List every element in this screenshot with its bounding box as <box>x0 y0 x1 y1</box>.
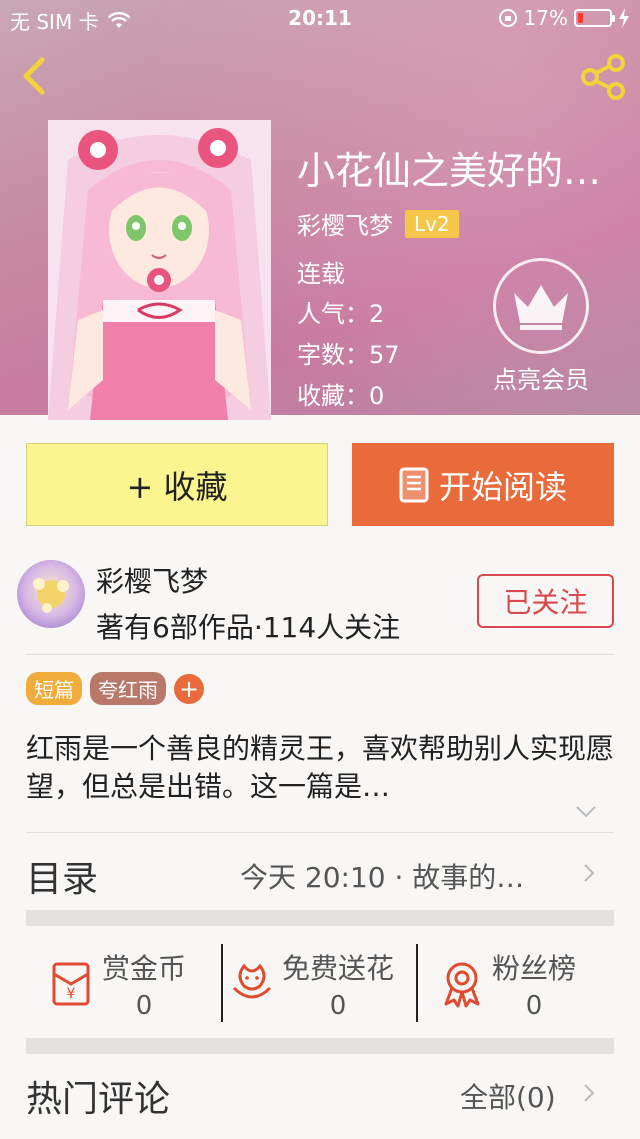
book-author[interactable]: 彩樱飞梦 <box>297 206 393 241</box>
book-popularity: 人气：2 <box>297 300 385 328</box>
reward-flowers-label: 免费送花 <box>282 952 395 985</box>
add-to-favorites-label: + 收藏 <box>126 467 228 506</box>
divider <box>26 832 614 833</box>
section-separator <box>26 1038 614 1054</box>
medal-icon <box>444 962 480 1008</box>
chevron-right-icon[interactable] <box>582 1082 596 1104</box>
section-separator <box>26 910 614 926</box>
battery-percent: 17% <box>523 6 568 30</box>
catalog-title[interactable]: 目录 <box>26 850 98 902</box>
charging-icon <box>619 8 629 28</box>
follow-button[interactable]: 已关注 <box>477 574 614 628</box>
hot-comments-title: 热门评论 <box>26 1079 171 1120</box>
reward-coins[interactable]: ¥ 赏金币 0 <box>46 930 186 1038</box>
book-icon <box>399 467 429 502</box>
reward-coins-count: 0 <box>135 991 153 1021</box>
add-tag-button[interactable]: + <box>174 673 204 704</box>
add-to-favorites-button[interactable]: + 收藏 <box>26 443 328 526</box>
book-status: 连载 <box>297 260 345 288</box>
book-favorites: 收藏：0 <box>297 382 385 410</box>
divider <box>26 654 614 655</box>
book-description[interactable]: 红雨是一个善良的精灵王，喜欢帮助别人实现愿望，但总是出错。这一篇是… <box>26 730 616 806</box>
reward-coins-label: 赏金币 <box>102 952 187 985</box>
reward-fans-count: 0 <box>525 991 543 1021</box>
battery-icon <box>574 9 615 27</box>
reward-bar: ¥ 赏金币 0 免费送花 0 粉丝榜 0 <box>26 930 614 1038</box>
reward-flowers-count: 0 <box>329 991 347 1021</box>
all-comments-link[interactable]: 全部(0) <box>460 1076 556 1116</box>
book-word-count: 字数：57 <box>297 341 400 369</box>
flower-icon <box>232 963 272 999</box>
book-cover[interactable] <box>48 120 271 420</box>
tag-list: 短篇 夸红雨 + <box>26 672 204 705</box>
cover-illustration <box>48 120 271 420</box>
follow-label: 已关注 <box>503 586 588 619</box>
chevron-right-icon[interactable] <box>582 862 596 884</box>
share-button[interactable] <box>578 52 628 102</box>
status-bar: 无 SIM 卡 20:11 17% <box>0 0 640 38</box>
avatar-image <box>33 578 69 613</box>
red-envelope-icon: ¥ <box>52 962 90 1006</box>
reward-fans[interactable]: 粉丝榜 0 <box>436 930 576 1038</box>
svg-text:¥: ¥ <box>67 986 76 1002</box>
latest-chapter[interactable]: 今天 20:10 · 故事的… <box>240 856 524 896</box>
start-reading-button[interactable]: 开始阅读 <box>352 443 614 526</box>
vip-label: 点亮会员 <box>493 366 589 394</box>
author-level-badge: Lv2 <box>405 209 459 238</box>
expand-chevron-icon[interactable] <box>574 804 598 820</box>
crown-icon <box>514 285 568 330</box>
book-title: 小花仙之美好的… <box>297 149 602 193</box>
reward-flowers[interactable]: 免费送花 0 <box>226 930 394 1038</box>
back-button[interactable] <box>14 52 54 100</box>
tag-character[interactable]: 夸红雨 <box>90 672 166 705</box>
start-reading-label: 开始阅读 <box>438 467 567 506</box>
author-avatar[interactable] <box>17 560 85 628</box>
tag-short[interactable]: 短篇 <box>26 672 82 705</box>
vip-button[interactable]: 点亮会员 <box>486 258 596 395</box>
author-name[interactable]: 彩樱飞梦 <box>96 560 208 600</box>
rotation-lock-icon <box>498 9 517 27</box>
author-stats: 著有6部作品·114人关注 <box>96 611 401 644</box>
divider <box>221 944 223 1022</box>
reward-fans-label: 粉丝榜 <box>492 952 577 985</box>
divider <box>416 944 418 1022</box>
